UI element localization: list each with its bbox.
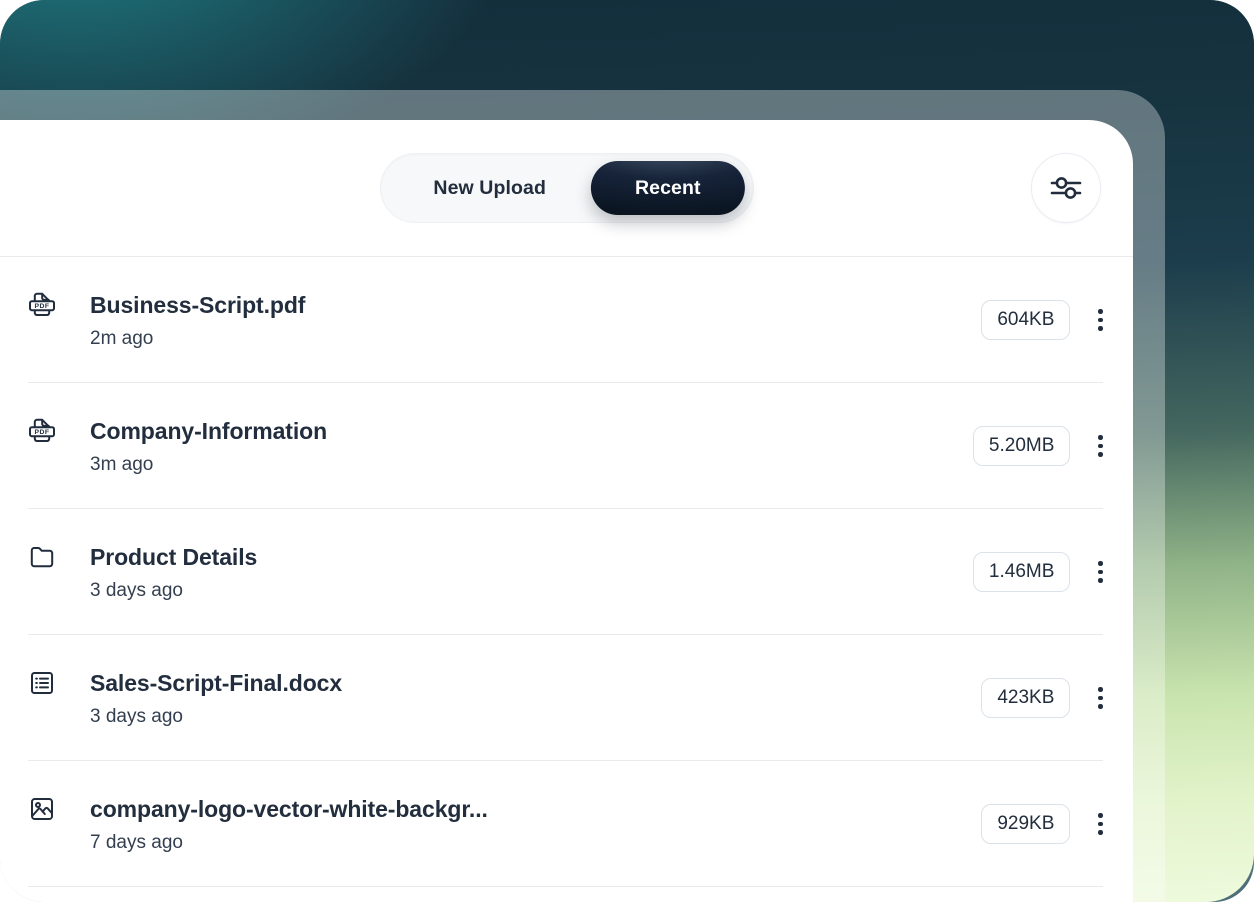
file-row[interactable]: Product Details 3 days ago 1.46MB (0, 509, 1133, 635)
file-time: 3m ago (90, 454, 327, 476)
file-size-badge: 929KB (981, 804, 1070, 844)
image-icon (28, 795, 56, 823)
file-manager-card: New Upload Recent (0, 120, 1133, 902)
file-name: Company-Information (90, 417, 327, 445)
file-list: PDF Business-Script.pdf 2m ago 604KB (0, 257, 1133, 902)
file-row[interactable]: Sales-Script-Final.docx 3 days ago 423KB (0, 635, 1133, 761)
screenshot-stage: New Upload Recent (0, 0, 1254, 902)
file-name: company-logo-vector-white-backgr... (90, 795, 488, 823)
file-size-badge: 604KB (981, 300, 1070, 340)
document-icon (28, 669, 56, 697)
view-toggle: New Upload Recent (379, 153, 753, 223)
svg-text:PDF: PDF (34, 303, 49, 310)
tab-recent[interactable]: Recent (591, 161, 745, 215)
pdf-file-icon: PDF (28, 417, 56, 445)
folder-icon (28, 543, 56, 571)
file-time: 3 days ago (90, 706, 342, 728)
file-name: Product Details (90, 543, 257, 571)
file-row[interactable]: PDF Business-Script.pdf 2m ago 604KB (0, 257, 1133, 383)
pdf-file-icon: PDF (28, 291, 56, 319)
more-options-button[interactable] (1096, 431, 1105, 461)
file-time: 2m ago (90, 328, 305, 350)
file-row[interactable]: PDF Company-Information 3m ago 5.20MB (0, 383, 1133, 509)
file-name: Business-Script.pdf (90, 291, 305, 319)
more-options-button[interactable] (1096, 557, 1105, 587)
file-row[interactable]: company-logo-vector-white-backgr... 7 da… (0, 761, 1133, 887)
sliders-icon (1048, 170, 1084, 206)
more-options-button[interactable] (1096, 809, 1105, 839)
file-name: Sales-Script-Final.docx (90, 669, 342, 697)
file-time: 7 days ago (90, 832, 488, 854)
file-time: 3 days ago (90, 580, 257, 602)
file-size-badge: 1.46MB (973, 552, 1070, 592)
svg-text:PDF: PDF (34, 429, 49, 436)
file-size-badge: 5.20MB (973, 426, 1070, 466)
filter-button[interactable] (1031, 153, 1101, 223)
tab-new-upload[interactable]: New Upload (388, 161, 591, 215)
more-options-button[interactable] (1096, 683, 1105, 713)
file-size-badge: 423KB (981, 678, 1070, 718)
more-options-button[interactable] (1096, 305, 1105, 335)
card-header: New Upload Recent (0, 120, 1133, 257)
